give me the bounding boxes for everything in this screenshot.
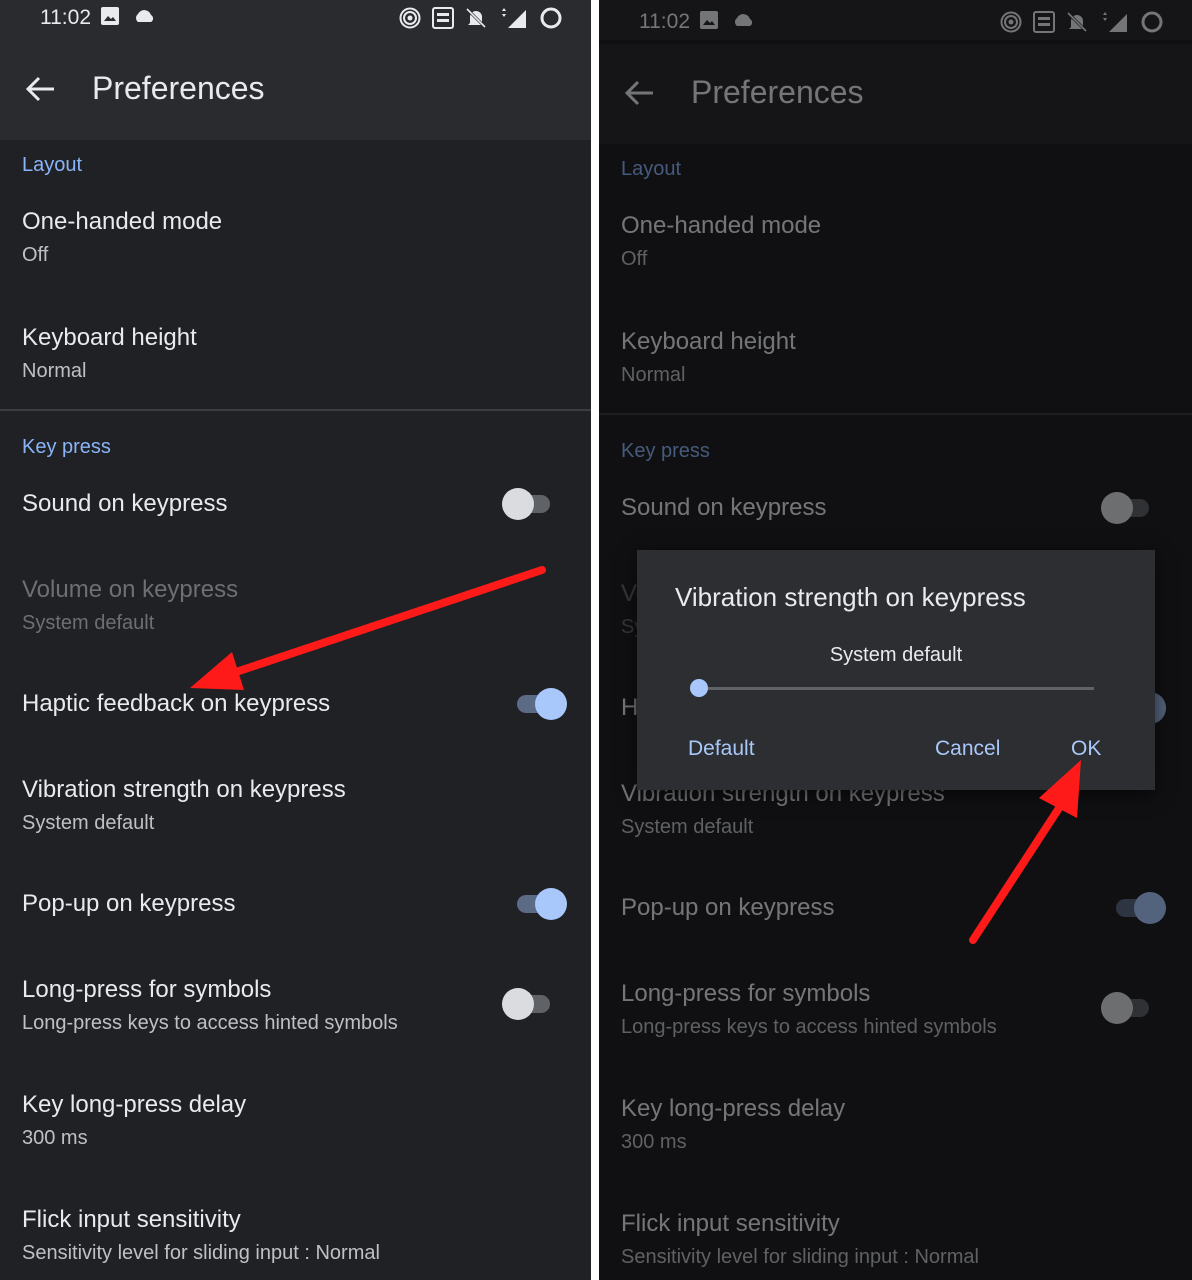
setting-title: Long-press for symbols: [621, 980, 871, 1007]
setting-value: 300 ms: [22, 1127, 88, 1149]
popup-toggle[interactable]: [513, 886, 567, 920]
section-header-key-press: Key press: [22, 436, 111, 458]
setting-title: Haptic feedback on keypress: [22, 690, 331, 717]
setting-value: Off: [22, 244, 49, 266]
setting-title: Flick input sensitivity: [621, 1210, 840, 1237]
setting-title: One-handed mode: [22, 208, 223, 235]
sound-toggle[interactable]: [1101, 490, 1153, 524]
setting-value: System default: [621, 816, 754, 838]
setting-title: Sound on keypress: [22, 490, 228, 517]
status-time: 11:02: [639, 10, 690, 33]
status-bar: 11:02: [599, 0, 1192, 40]
setting-value: Off: [621, 248, 648, 270]
back-arrow-icon[interactable]: [623, 76, 657, 110]
default-button[interactable]: Default: [688, 737, 755, 761]
annotation-arrow: [190, 566, 546, 690]
setting-value: Sensitivity level for sliding input : No…: [621, 1246, 979, 1268]
screen-left: 11:02 Preferences Layout One-handed mode…: [0, 0, 591, 1280]
divider: [599, 413, 1192, 415]
back-arrow-icon[interactable]: [24, 72, 58, 106]
battery-ring-icon: [1141, 11, 1163, 33]
setting-value: System default: [22, 812, 155, 834]
vibration-strength-dialog: Vibration strength on keypress System de…: [637, 550, 1155, 790]
sound-toggle[interactable]: [502, 486, 554, 520]
page-title: Preferences: [92, 70, 265, 106]
long-press-toggle[interactable]: [502, 986, 554, 1020]
setting-value: Sensitivity level for sliding input : No…: [22, 1242, 380, 1264]
setting-title: Pop-up on keypress: [22, 890, 236, 917]
setting-title: Flick input sensitivity: [22, 1206, 241, 1233]
app-bar: Preferences: [0, 40, 591, 140]
battery-ring-icon: [540, 7, 562, 29]
volte-icon: [1033, 11, 1055, 33]
popup-toggle[interactable]: [1112, 890, 1166, 924]
setting-title: One-handed mode: [621, 212, 822, 239]
hotspot-icon: [1000, 11, 1022, 33]
hotspot-icon: [399, 7, 421, 29]
setting-title: Vibration strength on keypress: [22, 776, 346, 803]
dialog-value-label: System default: [829, 644, 963, 666]
section-header-key-press: Key press: [621, 440, 710, 462]
slider-thumb[interactable]: [690, 679, 708, 697]
setting-title: Sound on keypress: [621, 494, 827, 521]
signal-4g-icon: [1103, 12, 1127, 32]
setting-value: Normal: [621, 364, 686, 386]
screen-right: 11:02 Preferences Layout One-handed mode…: [599, 0, 1192, 1280]
cancel-button[interactable]: Cancel: [935, 737, 1000, 761]
image-icon: [700, 11, 718, 29]
setting-value: Normal: [22, 360, 87, 382]
setting-value: Long-press keys to access hinted symbols: [22, 1012, 398, 1034]
ok-button[interactable]: OK: [1071, 737, 1101, 761]
signal-4g-icon: [502, 8, 526, 28]
app-bar: Preferences: [599, 44, 1192, 144]
cloud-icon: [735, 14, 753, 26]
bell-off-icon: [1066, 11, 1088, 33]
vibration-slider[interactable]: [690, 678, 1094, 698]
setting-value: System default: [22, 612, 155, 634]
setting-title: Long-press for symbols: [22, 976, 272, 1003]
slider-track: [690, 687, 1094, 690]
cloud-icon: [136, 10, 154, 22]
setting-title: Pop-up on keypress: [621, 894, 835, 921]
setting-title: Volume on keypress: [22, 576, 239, 603]
dialog-title: Vibration strength on keypress: [675, 582, 1026, 612]
setting-title: Keyboard height: [621, 328, 796, 355]
status-time: 11:02: [40, 6, 91, 29]
setting-value: 300 ms: [621, 1131, 687, 1153]
setting-title: Keyboard height: [22, 324, 197, 351]
volte-icon: [432, 7, 454, 29]
haptic-toggle[interactable]: [513, 686, 567, 720]
image-icon: [101, 7, 119, 25]
section-header-layout: Layout: [22, 154, 83, 176]
setting-title: Key long-press delay: [621, 1095, 846, 1122]
bell-off-icon: [465, 7, 487, 29]
status-bar: 11:02: [0, 0, 591, 40]
setting-title: Key long-press delay: [22, 1091, 247, 1118]
divider: [0, 409, 591, 411]
section-header-layout: Layout: [621, 158, 682, 180]
long-press-toggle[interactable]: [1101, 990, 1153, 1024]
setting-value: Long-press keys to access hinted symbols: [621, 1016, 997, 1038]
page-title: Preferences: [691, 74, 864, 110]
